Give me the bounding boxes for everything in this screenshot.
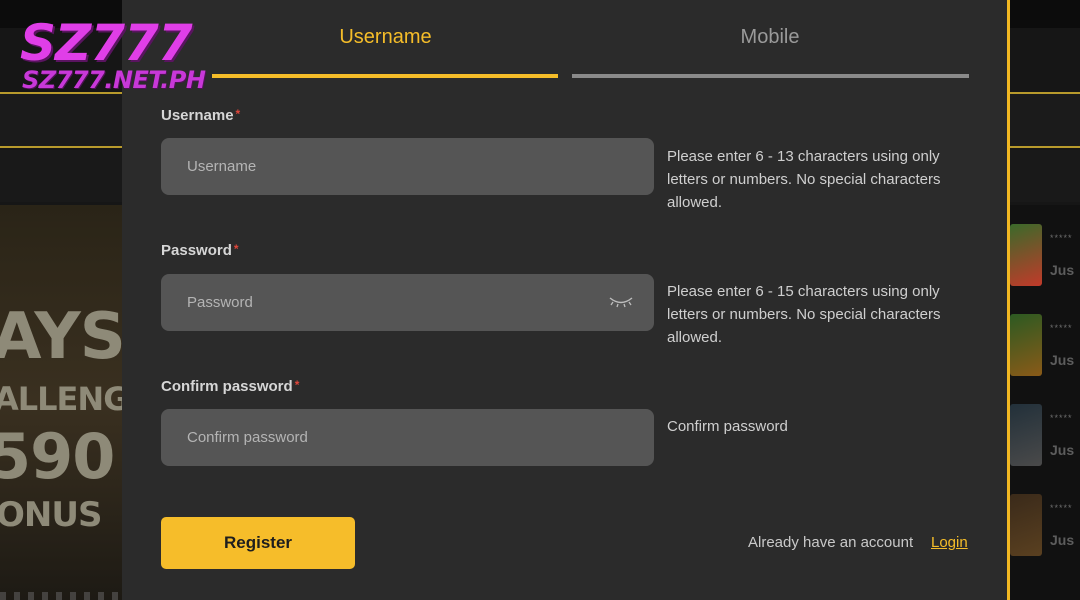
already-have-account-text: Already have an account [748,534,914,551]
banner-line: ONUS [0,495,102,535]
confirm-password-label: Confirm password * [161,378,299,395]
promo-banner: AYS ALLENGE 590 ONUS [0,205,125,600]
side-list-text: Jus [1050,262,1075,278]
rating-stars: ***** [1050,413,1073,423]
username-hint: Please enter 6 - 13 characters using onl… [667,148,941,211]
confirm-password-hint: Confirm password [667,418,788,435]
rating-stars: ***** [1050,503,1073,513]
game-thumbnail [1010,494,1042,556]
carousel-dots [0,592,125,600]
register-modal: Username Mobile Username* Please enter 6… [122,0,1010,600]
banner-line: 590 [0,420,115,493]
tab-username-indicator [212,74,558,78]
required-mark: * [233,242,239,256]
username-label: Username * [161,107,240,124]
tab-mobile-indicator [572,74,969,78]
tab-mobile[interactable]: Mobile [572,26,968,49]
eye-closed-icon[interactable] [608,294,634,310]
brand-logo-subtext: SZ777.NET.PH [22,66,206,94]
rating-stars: ***** [1050,323,1073,333]
rating-stars: ***** [1050,233,1073,243]
banner-line: AYS [0,300,125,374]
game-thumbnail [1010,314,1042,376]
required-mark: * [294,378,300,392]
register-button[interactable]: Register [161,517,355,569]
brand-logo[interactable]: SZ777 [20,18,193,68]
login-link[interactable]: Login [931,534,968,551]
required-mark: * [235,107,241,121]
tab-username[interactable]: Username [213,26,558,49]
banner-line: ALLENGE [0,380,125,418]
username-input[interactable] [161,138,654,195]
game-thumbnail [1010,404,1042,466]
side-list-text: Jus [1050,532,1075,548]
confirm-password-input[interactable] [161,409,654,466]
password-label-text: Password [161,242,232,259]
username-label-text: Username [161,107,234,124]
side-list-text: Jus [1050,442,1075,458]
side-list-text: Jus [1050,352,1075,368]
page-background: AYS ALLENGE 590 ONUS ***** Jus ***** Jus… [0,0,1080,600]
confirm-password-label-text: Confirm password [161,378,293,395]
password-input[interactable] [161,274,654,331]
password-hint: Please enter 6 - 15 characters using onl… [667,283,941,346]
password-label: Password * [161,242,239,259]
game-thumbnail [1010,224,1042,286]
